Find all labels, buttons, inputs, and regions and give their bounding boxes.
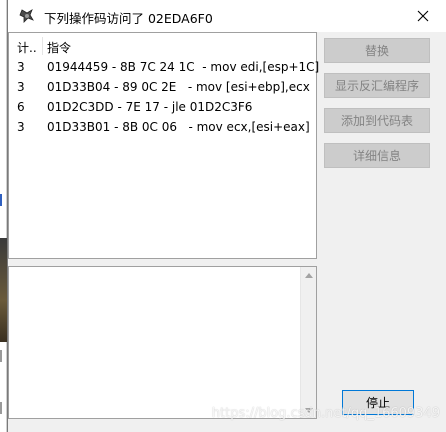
row-instruction: 01D33B04 - 89 0C 2E - mov [esi+ebp],ecx bbox=[47, 80, 310, 94]
more-info-button[interactable]: 详细信息 bbox=[324, 143, 430, 168]
row-instruction: 01D2C3DD - 7E 17 - jle 01D2C3F6 bbox=[47, 100, 253, 114]
list-row[interactable]: 3 01D33B04 - 89 0C 2E - mov [esi+ebp],ec… bbox=[9, 77, 316, 97]
replace-button[interactable]: 替换 bbox=[324, 38, 430, 63]
column-header-count[interactable]: 计.. bbox=[17, 39, 41, 56]
row-count: 3 bbox=[17, 120, 25, 134]
row-count: 3 bbox=[17, 80, 25, 94]
splitter-grip-icon[interactable] bbox=[150, 262, 164, 276]
column-divider[interactable] bbox=[42, 37, 43, 55]
close-icon bbox=[417, 10, 429, 22]
show-disassembler-button[interactable]: 显示反汇编程序 bbox=[324, 73, 430, 98]
detail-text-area[interactable] bbox=[8, 266, 317, 419]
title-bar[interactable]: 下列操作码访问了 02EDA6F0 bbox=[8, 0, 446, 32]
row-instruction: 01944459 - 8B 7C 24 1C - mov edi,[esp+1C… bbox=[47, 60, 320, 74]
add-to-codelist-button[interactable]: 添加到代码表 bbox=[324, 108, 430, 133]
list-header: 计.. 指令 bbox=[9, 33, 316, 57]
background-app-fragment bbox=[0, 402, 7, 414]
background-app-edge bbox=[0, 0, 7, 432]
list-row[interactable]: 3 01944459 - 8B 7C 24 1C - mov edi,[esp+… bbox=[9, 57, 320, 77]
row-instruction: 01D33B01 - 8B 0C 06 - mov ecx,[esi+eax] bbox=[47, 120, 310, 134]
background-app-fragment bbox=[0, 194, 7, 206]
dialog-window: 下列操作码访问了 02EDA6F0 计.. 指令 3 01944459 - 8B… bbox=[0, 0, 446, 432]
close-button[interactable] bbox=[400, 0, 446, 32]
row-count: 3 bbox=[17, 60, 25, 74]
list-row[interactable]: 6 01D2C3DD - 7E 17 - jle 01D2C3F6 bbox=[9, 97, 316, 117]
background-app-fragment bbox=[0, 350, 7, 362]
opcode-list[interactable]: 计.. 指令 3 01944459 - 8B 7C 24 1C - mov ed… bbox=[8, 32, 320, 259]
vertical-scrollbar[interactable] bbox=[300, 267, 316, 418]
row-count: 6 bbox=[17, 100, 25, 114]
window-title: 下列操作码访问了 02EDA6F0 bbox=[44, 11, 213, 26]
cheat-engine-icon bbox=[18, 7, 36, 25]
list-row[interactable]: 3 01D33B01 - 8B 0C 06 - mov ecx,[esi+eax… bbox=[9, 117, 316, 137]
watermark-text: https://blog.csdn.net/qq_16609349 bbox=[211, 406, 440, 421]
column-header-instruction[interactable]: 指令 bbox=[47, 39, 71, 56]
scroll-up-arrow-icon[interactable] bbox=[301, 267, 316, 283]
background-app-image bbox=[0, 238, 7, 342]
